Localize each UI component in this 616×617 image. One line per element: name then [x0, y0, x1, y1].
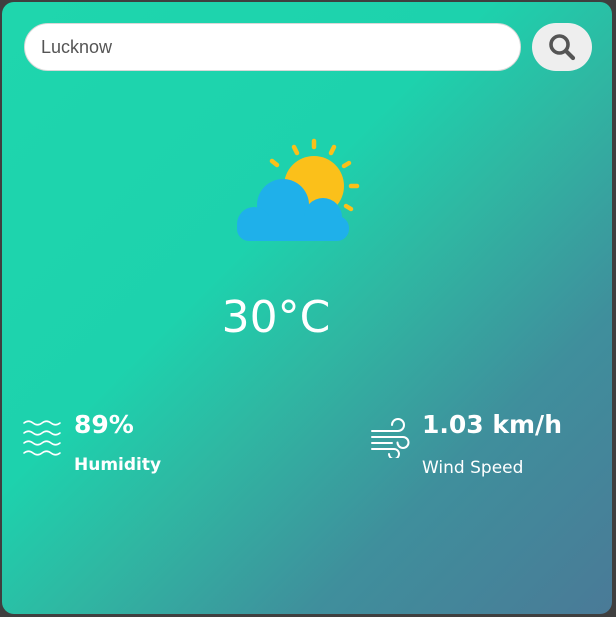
humidity-waves-icon — [23, 420, 61, 456]
wind-speed-label: Wind Speed — [422, 458, 524, 478]
search-icon — [549, 34, 576, 61]
wind-stat: 1.03 km/h Wind Speed — [370, 410, 610, 490]
partly-cloudy-icon — [237, 138, 360, 241]
wind-icon — [371, 418, 410, 458]
temperature-readout: 30°C — [221, 292, 331, 343]
search-button[interactable] — [532, 23, 592, 71]
humidity-value: 89% — [74, 410, 134, 439]
wind-speed-value: 1.03 km/h — [422, 410, 562, 439]
humidity-label: Humidity — [74, 455, 162, 475]
weather-card: 30°C 89% Humidity 1.03 km/h Wind Speed — [2, 2, 612, 614]
city-search-input[interactable] — [24, 23, 521, 71]
humidity-stat: 89% Humidity — [22, 410, 242, 490]
search-bar — [24, 23, 596, 73]
